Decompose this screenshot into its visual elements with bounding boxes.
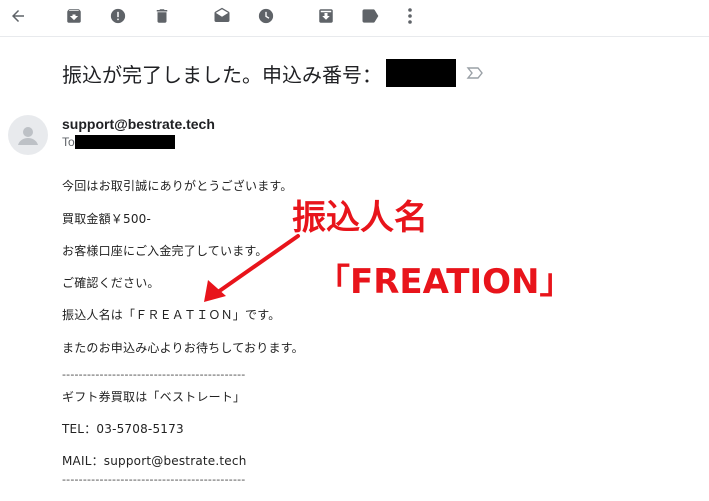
annotation-arrow-icon — [204, 234, 300, 302]
annotation-name: 「FREATION」 — [316, 262, 574, 302]
annotation-title: 振込人名 — [292, 198, 428, 238]
